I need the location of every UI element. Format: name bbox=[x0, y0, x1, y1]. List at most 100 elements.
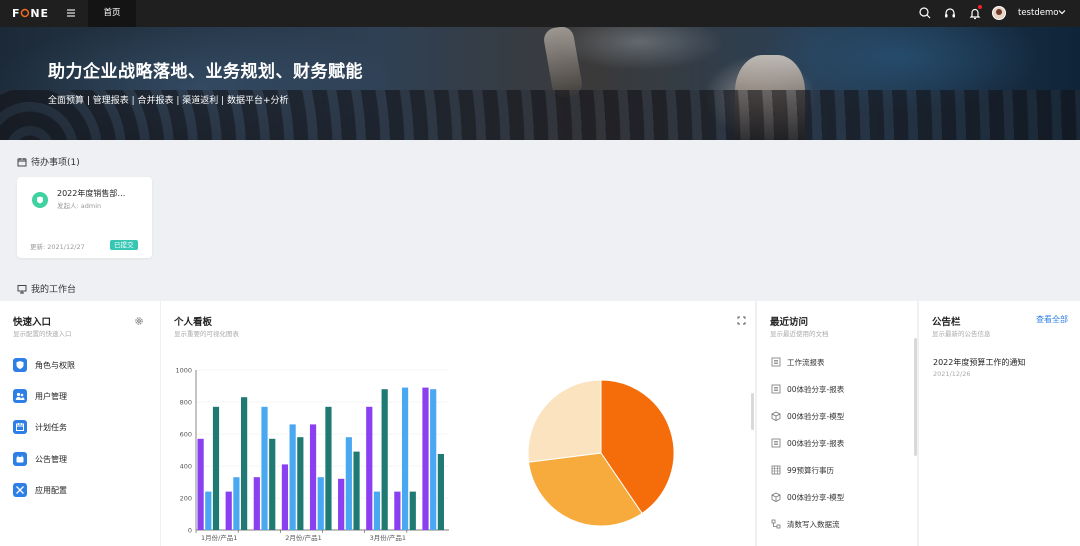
quick-item-announcements[interactable]: 公告管理 bbox=[13, 451, 67, 467]
recent-item-label: 清数写入数据流 bbox=[787, 519, 840, 529]
quick-item-roles[interactable]: 角色与权限 bbox=[13, 357, 75, 373]
bar bbox=[409, 491, 416, 530]
users-icon bbox=[13, 389, 27, 403]
quick-item-app-config[interactable]: 应用配置 bbox=[13, 482, 67, 498]
tools-icon bbox=[13, 483, 27, 497]
bar bbox=[422, 387, 429, 530]
bar bbox=[430, 389, 437, 530]
notice-subtitle: 显示最新的公告信息 bbox=[932, 330, 991, 338]
x-tick-label: 2月份/产品1 bbox=[285, 533, 321, 542]
recent-item[interactable]: 99预算行事历 bbox=[771, 464, 834, 476]
workbench-section-title: 我的工作台 bbox=[17, 282, 76, 295]
board-subtitle: 显示重要的可视化图表 bbox=[174, 330, 239, 338]
avatar[interactable] bbox=[992, 6, 1006, 20]
y-tick-label: 1000 bbox=[175, 367, 192, 375]
bar bbox=[241, 397, 248, 530]
bar bbox=[212, 406, 220, 530]
pie-chart bbox=[527, 379, 675, 527]
x-tick-label: 1月份/产品1 bbox=[201, 533, 237, 542]
recent-scrollbar[interactable] bbox=[914, 338, 917, 456]
calendar-icon bbox=[13, 420, 27, 434]
recent-item-label: 00体验分享-报表 bbox=[787, 384, 845, 394]
bar bbox=[338, 478, 345, 530]
recent-item[interactable]: 00体验分享-报表 bbox=[771, 437, 844, 449]
recent-item[interactable]: 工作流报表 bbox=[771, 356, 825, 368]
bar bbox=[309, 424, 317, 530]
chevron-down-icon[interactable] bbox=[1057, 7, 1067, 17]
tab-home[interactable]: 首页 bbox=[88, 0, 136, 27]
app-logo[interactable]: F⭘NE bbox=[12, 7, 49, 21]
calendar-icon bbox=[17, 157, 27, 166]
quick-item-label: 应用配置 bbox=[35, 485, 67, 495]
x-tick-label: 3月份/产品1 bbox=[370, 533, 406, 542]
bar bbox=[381, 389, 388, 530]
hamburger-icon[interactable] bbox=[64, 6, 80, 20]
quick-entry-title: 快速入口 bbox=[13, 317, 52, 328]
todo-item-updated: 更新: 2021/12/27 bbox=[30, 243, 85, 251]
recent-item-label: 00体验分享-报表 bbox=[787, 438, 845, 448]
recent-item-label: 工作流报表 bbox=[787, 357, 825, 367]
bar bbox=[269, 438, 276, 530]
todo-card[interactable]: 2022年度销售部… 发起人: admin 更新: 2021/12/27 已提交 bbox=[17, 177, 152, 258]
bar bbox=[373, 491, 381, 530]
recent-item-label: 00体验分享-模型 bbox=[787, 492, 845, 502]
report-icon bbox=[771, 438, 781, 448]
recent-visits-panel: 最近访问 显示最近使用的文档 工作流报表 00体验分享-报表 00体验分享-模型… bbox=[751, 301, 917, 546]
y-tick-label: 400 bbox=[180, 463, 192, 471]
recent-item[interactable]: 清数写入数据流 bbox=[771, 518, 840, 530]
bar bbox=[345, 437, 352, 530]
recent-item-label: 00体验分享-模型 bbox=[787, 411, 845, 421]
bar bbox=[233, 477, 240, 530]
quick-item-label: 角色与权限 bbox=[35, 360, 75, 370]
search-icon[interactable] bbox=[918, 6, 932, 20]
bar bbox=[261, 406, 268, 530]
banner-photo-arm bbox=[542, 27, 584, 100]
quick-item-users[interactable]: 用户管理 bbox=[13, 388, 67, 404]
todo-item-name: 2022年度销售部… bbox=[57, 189, 126, 198]
banner-title: 助力企业战略落地、业务规划、财务赋能 bbox=[48, 62, 363, 82]
top-bar: F⭘NE 首页 testdemo bbox=[0, 0, 1080, 27]
hero-banner: 助力企业战略落地、业务规划、财务赋能 全面预算 | 管理报表 | 合并报表 | … bbox=[0, 27, 1080, 140]
bar bbox=[289, 424, 296, 530]
recent-item[interactable]: 00体验分享-模型 bbox=[771, 410, 844, 422]
bar bbox=[225, 491, 232, 530]
status-badge: 已提交 bbox=[110, 240, 138, 250]
report-icon bbox=[771, 384, 781, 394]
bar bbox=[437, 454, 444, 530]
recent-item[interactable]: 00体验分享-报表 bbox=[771, 383, 844, 395]
gear-icon[interactable] bbox=[134, 316, 144, 326]
calendar-grid-icon bbox=[771, 465, 781, 475]
bar bbox=[197, 438, 204, 530]
bar bbox=[394, 491, 401, 530]
banner-subtitle: 全面预算 | 管理报表 | 合并报表 | 渠道返利 | 数据平台+分析 bbox=[48, 96, 289, 106]
username[interactable]: testdemo bbox=[1018, 8, 1058, 18]
bar bbox=[325, 406, 332, 530]
notice-item-date: 2021/12/26 bbox=[933, 370, 971, 378]
quick-item-label: 用户管理 bbox=[35, 391, 67, 401]
y-tick-label: 200 bbox=[180, 495, 192, 503]
workbench-section-label: 我的工作台 bbox=[31, 285, 77, 295]
personal-board-panel: 个人看板 显示重要的可视化图表 0 200 400 600 800 1000 1月份/产品1… bbox=[161, 301, 755, 546]
quick-item-tasks[interactable]: 计划任务 bbox=[13, 419, 67, 435]
dataflow-icon bbox=[771, 519, 781, 529]
todo-item-initiator: 发起人: admin bbox=[57, 202, 102, 210]
bar bbox=[281, 464, 289, 530]
recent-title: 最近访问 bbox=[770, 317, 809, 328]
recent-subtitle: 显示最近使用的文档 bbox=[770, 330, 829, 338]
recent-item[interactable]: 00体验分享-模型 bbox=[771, 491, 844, 503]
recent-item-label: 99预算行事历 bbox=[787, 465, 835, 475]
notice-item-title[interactable]: 2022年度预算工作的通知 bbox=[933, 357, 1025, 368]
bar bbox=[205, 491, 212, 530]
quick-item-label: 公告管理 bbox=[35, 454, 67, 464]
board-title: 个人看板 bbox=[174, 317, 213, 328]
headset-icon[interactable] bbox=[943, 6, 957, 20]
quick-entry-panel: 快速入口 显示配置的快速入口 角色与权限 用户管理 计划任务 公告管理 应用配置 bbox=[0, 301, 160, 546]
notice-panel: 公告栏 显示最新的公告信息 查看全部 2022年度预算工作的通知 2021/12… bbox=[919, 301, 1080, 546]
view-all-link[interactable]: 查看全部 bbox=[1036, 314, 1068, 325]
fullscreen-icon[interactable] bbox=[737, 316, 746, 325]
quick-entry-subtitle: 显示配置的快速入口 bbox=[13, 330, 72, 338]
todo-section-title: 待办事项(1) bbox=[17, 155, 80, 168]
bar bbox=[317, 477, 324, 530]
left-scrollbar[interactable] bbox=[751, 393, 754, 430]
quick-item-label: 计划任务 bbox=[35, 422, 67, 432]
